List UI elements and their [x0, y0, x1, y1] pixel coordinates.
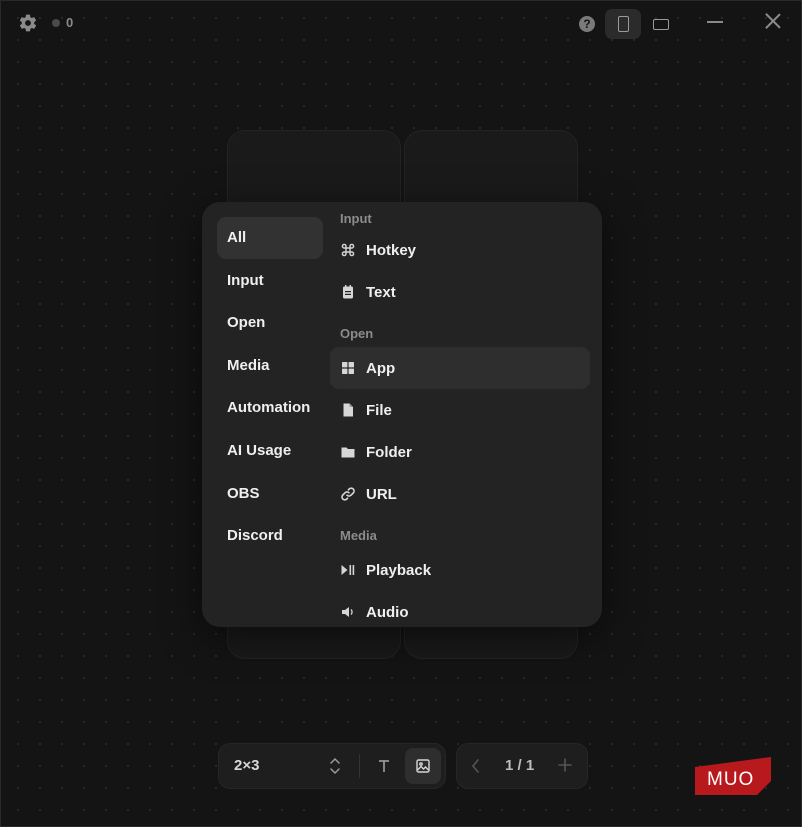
folder-icon	[341, 447, 355, 458]
section-label-media: Media	[340, 528, 377, 543]
page-toolbar: 1 / 1	[456, 743, 588, 789]
action-folder[interactable]: Folder	[330, 431, 590, 473]
layout-toolbar: 2×3	[218, 743, 446, 789]
action-label: File	[366, 401, 392, 419]
portrait-icon	[617, 16, 629, 32]
category-all[interactable]: All	[217, 217, 323, 259]
close-icon[interactable]	[765, 13, 781, 29]
help-icon[interactable]: ?	[579, 16, 595, 32]
action-label: Hotkey	[366, 241, 417, 259]
action-app[interactable]: App	[330, 347, 590, 389]
settings-gear-icon[interactable]	[18, 13, 38, 33]
action-audio[interactable]: Audio	[330, 591, 590, 627]
action-label: Playback	[366, 561, 432, 579]
layout-size-value[interactable]: 2×3	[234, 757, 259, 774]
chevron-left-icon[interactable]	[469, 757, 483, 775]
landscape-icon	[653, 18, 669, 30]
action-hotkey[interactable]: Hotkey	[330, 229, 590, 271]
toolbar-divider	[359, 754, 360, 778]
action-label: App	[366, 359, 396, 377]
section-label-input: Input	[340, 211, 372, 226]
add-page-icon[interactable]	[557, 757, 573, 773]
text-tool-button[interactable]	[371, 753, 397, 779]
image-icon	[416, 759, 430, 773]
category-open[interactable]: Open	[217, 302, 323, 344]
category-automation[interactable]: Automation	[217, 387, 323, 429]
connection-status: 0	[52, 15, 73, 30]
action-playback[interactable]: Playback	[330, 549, 590, 591]
page-indicator: 1 / 1	[505, 757, 535, 774]
speaker-icon	[342, 607, 353, 617]
muo-logo: MUO	[695, 757, 771, 795]
svg-text:MUO: MUO	[707, 769, 754, 790]
landscape-orientation-button[interactable]	[643, 9, 679, 39]
play-pause-icon	[341, 565, 355, 575]
text-icon	[379, 760, 389, 772]
up-down-chevron-icon[interactable]	[329, 756, 341, 776]
section-label-open: Open	[340, 326, 374, 341]
action-text[interactable]: Text	[330, 271, 590, 313]
minimize-icon[interactable]	[707, 21, 723, 23]
app-grid-icon	[342, 362, 354, 374]
action-list: Input Hotkey Text Open App File Folder U…	[330, 211, 590, 627]
link-icon	[341, 487, 355, 501]
action-label: Folder	[366, 443, 412, 461]
category-input[interactable]: Input	[217, 260, 323, 302]
category-ai-usage[interactable]: AI Usage	[217, 430, 323, 472]
action-picker-popup: All Input Open Media Automation AI Usage…	[202, 202, 602, 627]
action-file[interactable]: File	[330, 389, 590, 431]
category-discord[interactable]: Discord	[217, 515, 323, 557]
action-label: Audio	[366, 603, 409, 621]
action-label: Text	[366, 283, 396, 301]
status-dot-icon	[52, 18, 60, 27]
file-icon	[343, 403, 353, 417]
connection-count: 0	[66, 15, 74, 30]
category-media[interactable]: Media	[217, 345, 323, 387]
app-window: 0 ? All Input Open Media Automation AI U…	[0, 0, 802, 827]
action-label: URL	[366, 485, 397, 503]
image-tool-button[interactable]	[405, 748, 441, 784]
command-icon	[341, 243, 355, 257]
category-obs[interactable]: OBS	[217, 473, 323, 515]
notepad-icon	[343, 285, 353, 299]
category-list: All Input Open Media Automation AI Usage…	[217, 217, 323, 558]
portrait-orientation-button[interactable]	[605, 9, 641, 39]
action-url[interactable]: URL	[330, 473, 590, 515]
